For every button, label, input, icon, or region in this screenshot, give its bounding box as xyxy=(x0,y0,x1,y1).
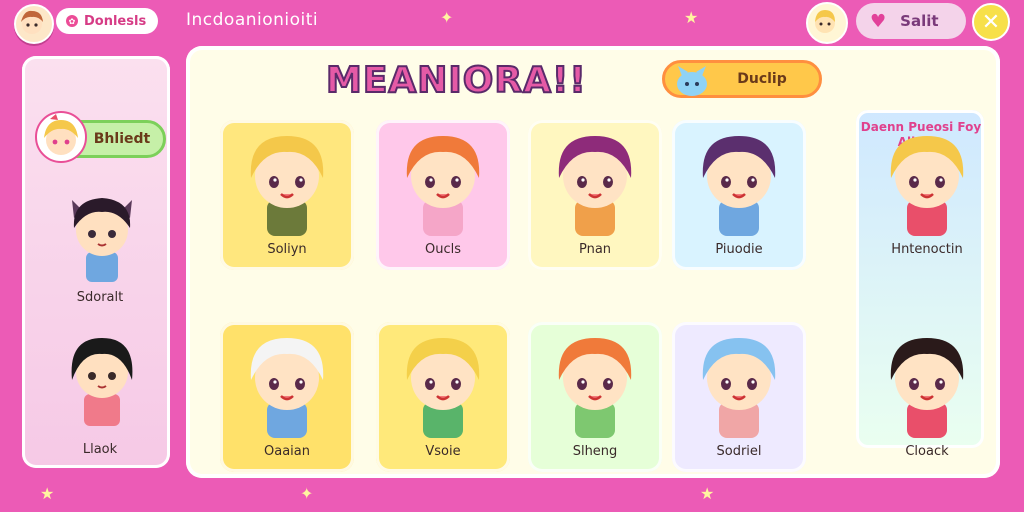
tab-label: Donlesls xyxy=(84,13,147,29)
user-avatar[interactable] xyxy=(806,2,848,44)
score-button[interactable]: ♥ Salit xyxy=(856,3,966,39)
character-portrait xyxy=(250,338,324,438)
character-name: Oucls xyxy=(424,242,461,257)
user-face-icon xyxy=(815,10,835,33)
side-character-2 xyxy=(71,338,133,426)
side-avatar-icon xyxy=(35,111,87,163)
character-portrait xyxy=(558,136,632,236)
character-portrait xyxy=(890,338,964,438)
character-name: Cloack xyxy=(905,444,949,459)
character-name: Slheng xyxy=(572,444,618,459)
star-icon: ★ xyxy=(700,484,715,503)
score-label: Salit xyxy=(900,12,939,30)
character-portrait xyxy=(406,136,480,236)
character-portrait xyxy=(406,338,480,438)
character-portrait xyxy=(890,136,964,236)
page-heading: MEANIORA!! xyxy=(325,59,587,102)
pill-icon: ✿ xyxy=(66,15,78,27)
side-character-2-name: Llaok xyxy=(82,442,118,457)
character-name: Vsoie xyxy=(425,444,461,459)
character-card[interactable]: Pnan xyxy=(528,120,662,270)
character-card[interactable]: Oaaian xyxy=(220,322,354,472)
avatar-face-icon xyxy=(21,10,43,34)
character-name: Hntenoctin xyxy=(891,242,963,257)
top-bar: ✿ Donlesls Incdoanionioiti ♥ Salit ✕ xyxy=(0,0,1024,44)
character-card[interactable]: Piuodie xyxy=(672,120,806,270)
character-card[interactable]: Oucls xyxy=(376,120,510,270)
character-card[interactable]: Hntenoctin xyxy=(860,120,994,270)
character-card[interactable]: Cloack xyxy=(860,322,994,472)
character-name: Pnan xyxy=(578,242,612,257)
star-icon: ✦ xyxy=(300,484,314,503)
character-portrait xyxy=(702,338,776,438)
side-character-1-name: Sdoralt xyxy=(76,290,124,305)
star-icon: ★ xyxy=(40,484,55,503)
tab-pill[interactable]: ✿ Donlesls xyxy=(56,8,158,34)
character-portrait xyxy=(558,338,632,438)
heart-icon: ♥ xyxy=(870,10,887,32)
character-card[interactable]: Soliyn xyxy=(220,120,354,270)
character-card[interactable]: Slheng xyxy=(528,322,662,472)
close-button[interactable]: ✕ xyxy=(972,3,1010,41)
profile-avatar[interactable] xyxy=(14,4,54,44)
star-icon: ✦ xyxy=(440,8,454,27)
character-card[interactable]: Sodriel xyxy=(672,322,806,472)
character-name: Sodriel xyxy=(716,444,762,459)
character-name: Soliyn xyxy=(267,242,307,257)
character-name: Oaaian xyxy=(264,444,310,459)
star-icon: ★ xyxy=(684,8,699,27)
close-icon: ✕ xyxy=(981,9,1001,35)
character-portrait xyxy=(702,136,776,236)
side-character-1 xyxy=(72,198,132,282)
window-title: Incdoanionioiti xyxy=(186,10,319,30)
creature-icon xyxy=(677,66,707,96)
character-card[interactable]: Vsoie xyxy=(376,322,510,472)
character-name: Piuodie xyxy=(715,242,763,257)
character-portrait xyxy=(250,136,324,236)
